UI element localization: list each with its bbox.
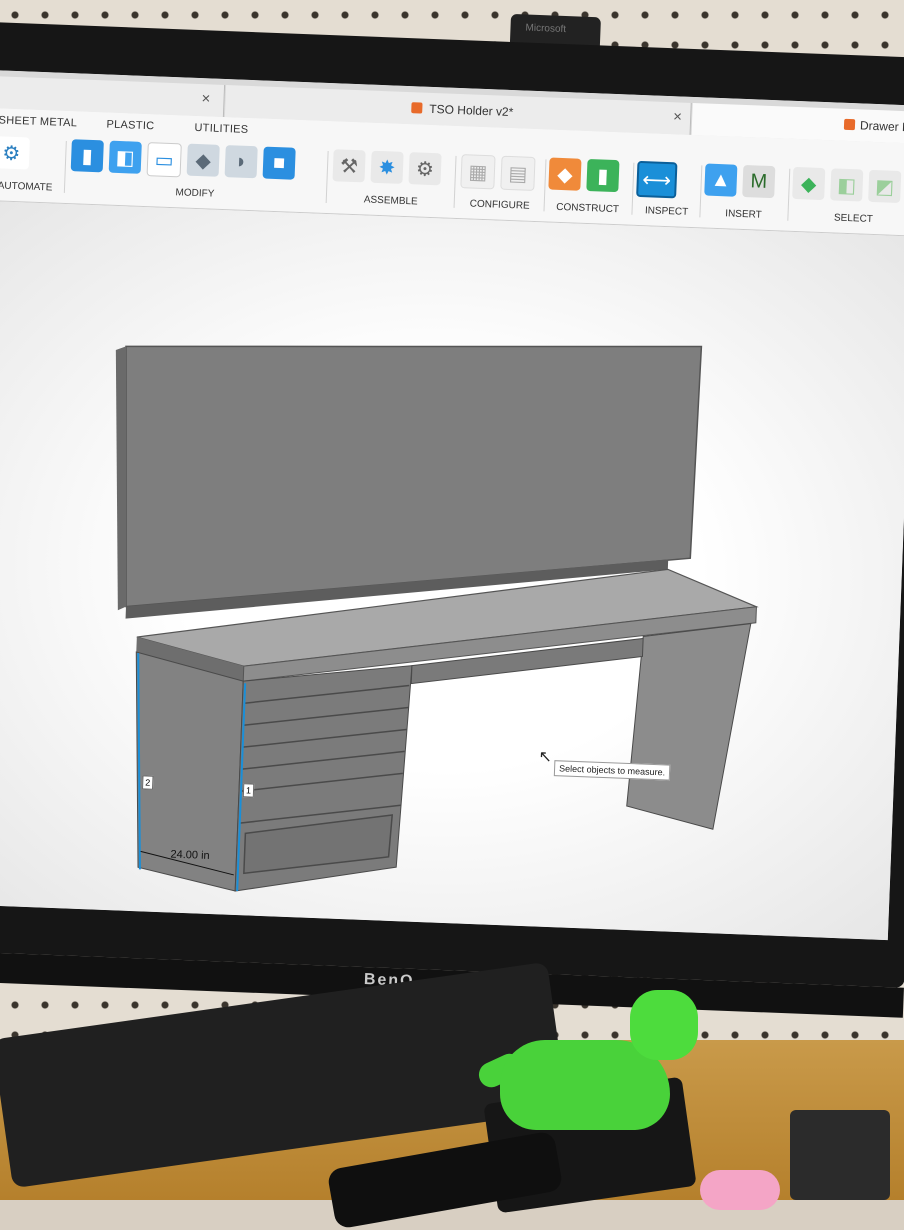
configure-icon[interactable]: ▦ <box>460 154 496 190</box>
group-modify[interactable]: ▮ ◧ ▭ ◆ ◗ ■ MODIFY <box>70 133 322 209</box>
automate-icon[interactable]: ⚙ <box>0 136 30 170</box>
design-file-icon <box>843 118 856 131</box>
as-built-joint-icon[interactable]: ⚙ <box>408 152 442 186</box>
divider <box>63 140 67 193</box>
combine-icon[interactable]: ■ <box>262 146 296 180</box>
group-insert-label: INSERT <box>725 208 762 221</box>
divider <box>453 155 457 208</box>
midplane-icon[interactable]: ▮ <box>586 158 620 193</box>
group-construct[interactable]: ◆ ▮ CONSTRUCT <box>547 152 629 221</box>
workbench-model[interactable] <box>0 201 904 940</box>
group-automate[interactable]: ⚙ AUTOMATE <box>0 130 60 198</box>
edge-marker-2: 2 <box>141 775 154 790</box>
close-icon[interactable]: × <box>201 90 210 107</box>
tab-tso-holder-label: TSO Holder v2* <box>429 101 514 120</box>
ribbon-tab-utilities[interactable]: UTILITIES <box>194 122 248 136</box>
pink-eraser <box>700 1170 780 1210</box>
group-automate-label: AUTOMATE <box>0 180 53 194</box>
group-assemble-label: ASSEMBLE <box>363 194 418 208</box>
paint-select-icon[interactable]: ◩ <box>868 169 902 204</box>
ribbon-tab-plastic[interactable]: PLASTIC <box>106 118 154 132</box>
group-inspect[interactable]: ⟷ INSPECT <box>635 155 699 223</box>
design-file-icon <box>411 102 423 114</box>
battery-charger <box>790 1110 890 1200</box>
webcam-brand: Microsoft <box>525 22 567 36</box>
window-select-icon[interactable]: ◧ <box>830 168 864 202</box>
screen: × TSO Holder v2* × Drawer F SHEET METAL … <box>0 70 904 941</box>
monitor: Microsoft × TSO Holder v2* × Drawer F SH… <box>0 13 904 1018</box>
divider <box>543 159 547 212</box>
group-insert[interactable]: ▲ M INSERT <box>703 158 785 227</box>
divider <box>325 151 329 204</box>
chamfer-icon[interactable]: ▭ <box>146 142 182 178</box>
measure-icon[interactable]: ⟷ <box>636 160 678 199</box>
design-canvas[interactable]: 2 1 24.00 in ↖ Select objects to measure… <box>0 201 904 941</box>
draft-icon[interactable]: ◗ <box>224 145 258 179</box>
shell-icon[interactable]: ◆ <box>186 143 220 177</box>
right-leg <box>626 623 752 830</box>
joint-icon[interactable]: ⚒ <box>332 149 366 183</box>
divider <box>699 165 703 218</box>
group-construct-label: CONSTRUCT <box>556 201 620 216</box>
group-select[interactable]: ◆ ◧ ◩ SELECT <box>791 161 904 232</box>
ribbon-tab-sheet-metal[interactable]: SHEET METAL <box>0 114 77 129</box>
press-pull-icon[interactable]: ▮ <box>70 139 104 173</box>
table-icon[interactable]: ▤ <box>500 155 536 191</box>
group-modify-label: MODIFY <box>175 187 215 200</box>
figurine-head <box>630 990 698 1060</box>
select-icon[interactable]: ◆ <box>792 166 826 201</box>
group-select-label: SELECT <box>833 212 874 225</box>
image-icon[interactable]: ▲ <box>704 163 738 197</box>
dimension-label: 24.00 in <box>170 848 210 862</box>
offset-plane-icon[interactable]: ◆ <box>548 157 582 191</box>
group-configure[interactable]: ▦ ▤ CONFIGURE <box>459 148 541 217</box>
mcmaster-icon[interactable]: M <box>742 164 776 199</box>
new-component-icon[interactable]: ✸ <box>370 150 404 184</box>
close-icon[interactable]: × <box>673 108 682 125</box>
group-assemble[interactable]: ⚒ ✸ ⚙ ASSEMBLE <box>331 143 451 213</box>
group-inspect-label: INSPECT <box>644 205 689 218</box>
fillet-icon[interactable]: ◧ <box>108 140 142 174</box>
tab-drawer-label: Drawer F <box>859 118 904 135</box>
cursor-icon: ↖ <box>538 748 553 767</box>
divider <box>631 162 635 215</box>
group-configure-label: CONFIGURE <box>469 198 530 212</box>
edge-marker-1: 1 <box>242 783 255 798</box>
divider <box>787 168 791 221</box>
